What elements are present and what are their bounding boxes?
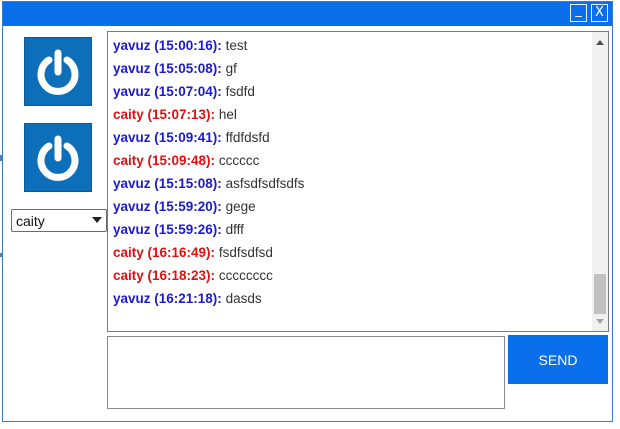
message-text: asfsdfsdfsdfs — [225, 176, 305, 191]
chat-message: caity (15:07:13): hel — [113, 107, 237, 122]
message-sender: caity (15:09:48): — [113, 153, 216, 168]
scroll-up-arrow-icon[interactable] — [596, 40, 604, 45]
message-sender: yavuz (15:59:20): — [113, 199, 222, 214]
power-icon — [37, 49, 79, 95]
message-text: gf — [225, 61, 237, 76]
message-sender: yavuz (15:07:04): — [113, 84, 222, 99]
message-sender: yavuz (15:09:41): — [113, 130, 222, 145]
chat-message: yavuz (15:05:08): gf — [113, 61, 237, 76]
chat-message: yavuz (16:21:18): dasds — [113, 291, 262, 306]
message-text: dasds — [225, 291, 262, 306]
scroll-thumb[interactable] — [594, 274, 606, 314]
avatar — [24, 123, 92, 192]
send-button[interactable]: SEND — [508, 335, 608, 384]
scroll-down-arrow-icon[interactable] — [596, 319, 604, 324]
power-icon — [37, 135, 79, 181]
message-text: ffdfdsfd — [225, 130, 270, 145]
user-select-value: caity — [16, 213, 45, 229]
chat-scrollbar[interactable] — [592, 32, 608, 331]
chat-message: caity (16:16:49): fsdfsdfsd — [113, 245, 273, 260]
chat-message: yavuz (15:07:04): fsdfd — [113, 84, 255, 99]
chat-message: yavuz (15:15:08): asfsdfsdfsdfs — [113, 176, 304, 191]
message-text: fsdfd — [225, 84, 255, 99]
message-input[interactable] — [107, 336, 505, 409]
message-text: gege — [225, 199, 256, 214]
chat-message: caity (15:09:48): cccccc — [113, 153, 259, 168]
user-select[interactable]: caity — [11, 209, 107, 232]
message-sender: yavuz (15:59:26): — [113, 222, 222, 237]
message-sender: yavuz (16:21:18): — [113, 291, 222, 306]
message-sender: yavuz (15:00:16): — [113, 38, 222, 53]
chat-message: caity (16:18:23): cccccccc — [113, 268, 273, 283]
message-text: cccccc — [218, 153, 260, 168]
message-sender: caity (16:18:23): — [113, 268, 216, 283]
title-bar[interactable]: _ X — [3, 2, 612, 26]
message-sender: caity (15:07:13): — [113, 107, 216, 122]
message-sender: yavuz (15:15:08): — [113, 176, 222, 191]
minimize-button[interactable]: _ — [570, 4, 587, 22]
message-sender: caity (16:16:49): — [113, 245, 216, 260]
chat-window: _ X caity yavuz (15:00:16): test yavuz (… — [2, 1, 613, 422]
message-sender: yavuz (15:05:08): — [113, 61, 222, 76]
chat-log[interactable]: yavuz (15:00:16): test yavuz (15:05:08):… — [107, 31, 609, 332]
avatar — [24, 37, 92, 106]
message-text: hel — [218, 107, 237, 122]
chevron-down-icon — [92, 217, 102, 223]
chat-message: yavuz (15:09:41): ffdfdsfd — [113, 130, 270, 145]
close-button[interactable]: X — [591, 4, 608, 22]
chat-message: yavuz (15:59:26): dfff — [113, 222, 244, 237]
chat-message: yavuz (15:00:16): test — [113, 38, 247, 53]
message-text: fsdfsdfsd — [218, 245, 273, 260]
message-text: cccccccc — [218, 268, 273, 283]
message-text: dfff — [225, 222, 244, 237]
message-text: test — [225, 38, 248, 53]
chat-message: yavuz (15:59:20): gege — [113, 199, 256, 214]
